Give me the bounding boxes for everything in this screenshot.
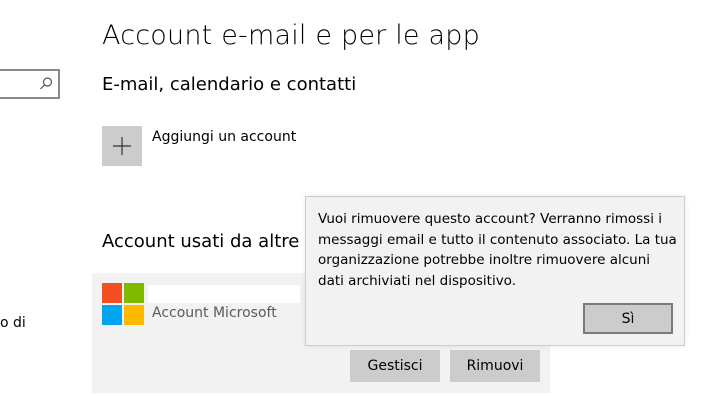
flyout-message: Vuoi rimuovere questo account? Verranno … — [318, 211, 677, 289]
plus-icon — [113, 137, 131, 155]
add-account-button[interactable] — [102, 126, 142, 166]
remove-account-flyout: Vuoi rimuovere questo account? Verranno … — [305, 196, 685, 346]
microsoft-logo-icon — [102, 283, 144, 325]
remove-button[interactable]: Rimuovi — [450, 350, 540, 382]
other-apps-section-title: Account usati da altre a — [102, 231, 317, 252]
nav-item-cropped[interactable]: o di — [0, 315, 26, 331]
search-input[interactable] — [0, 69, 60, 99]
account-type-label: Account Microsoft — [152, 305, 277, 321]
search-icon[interactable] — [38, 76, 54, 92]
manage-button[interactable]: Gestisci — [350, 350, 440, 382]
account-email — [148, 285, 300, 303]
email-section-title: E-mail, calendario e contatti — [102, 74, 357, 95]
page-title: Account e-mail e per le app — [102, 20, 480, 51]
confirm-yes-button[interactable]: Sì — [583, 303, 673, 334]
add-account-label[interactable]: Aggiungi un account — [152, 129, 296, 145]
